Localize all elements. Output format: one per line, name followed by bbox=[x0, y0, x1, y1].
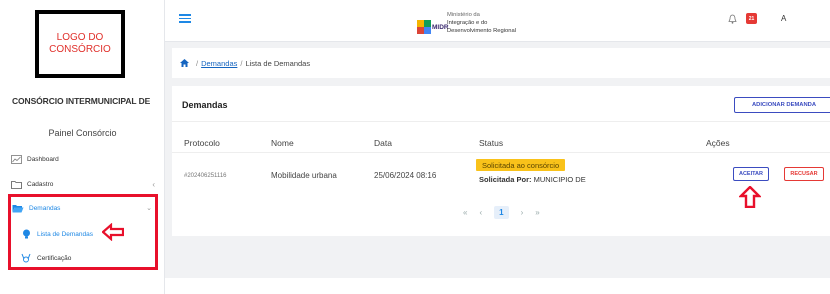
status-requested-by: Solicitada Por: MUNICIPIO DE bbox=[479, 175, 586, 184]
pager-prev-button[interactable]: ‹ bbox=[479, 208, 482, 217]
bell-icon[interactable] bbox=[728, 14, 737, 24]
divider bbox=[172, 121, 830, 122]
hamburger-menu-icon[interactable] bbox=[179, 14, 191, 23]
breadcrumb-current: Lista de Demandas bbox=[245, 58, 311, 68]
consortium-logo: LOGO DO CONSÓRCIO bbox=[35, 10, 125, 78]
column-header-status: Status bbox=[479, 138, 504, 148]
cell-protocolo: #202406251116 bbox=[184, 173, 227, 179]
annotation-arrow-up-icon bbox=[739, 186, 761, 208]
user-avatar[interactable]: A bbox=[781, 14, 786, 23]
pager-last-button[interactable]: » bbox=[535, 208, 539, 217]
logo-text: LOGO DO CONSÓRCIO bbox=[49, 32, 111, 55]
sidebar-item-cadastro[interactable]: Cadastro ‹ bbox=[10, 176, 155, 192]
annotation-arrow-left-icon bbox=[102, 223, 124, 241]
sidebar-item-label: Dashboard bbox=[27, 155, 59, 163]
chart-line-icon bbox=[10, 154, 22, 164]
chevron-left-icon: ‹ bbox=[152, 179, 155, 189]
ministry-line-3: Desenvolvimento Regional bbox=[447, 28, 516, 34]
home-icon[interactable] bbox=[180, 59, 189, 67]
column-header-data: Data bbox=[374, 138, 392, 148]
pagination: « ‹ 1 › » bbox=[457, 206, 546, 219]
ministry-logo: MIDR bbox=[417, 20, 449, 34]
breadcrumb-separator: / bbox=[240, 58, 243, 68]
annotation-highlight-box bbox=[8, 194, 158, 270]
cell-nome: Mobilidade urbana bbox=[271, 171, 337, 180]
org-name: CONSÓRCIO INTERMUNICIPAL DE bbox=[12, 96, 151, 106]
requested-by-label: Solicitada Por: bbox=[479, 175, 532, 184]
sidebar-item-label: Cadastro bbox=[27, 180, 54, 188]
breadcrumb-link-demandas[interactable]: Demandas bbox=[201, 59, 237, 68]
notification-badge[interactable]: 21 bbox=[746, 13, 757, 24]
ministry-line-2: Integração e do bbox=[447, 20, 488, 26]
breadcrumb-separator: / bbox=[196, 58, 199, 68]
sidebar: LOGO DO CONSÓRCIO CONSÓRCIO INTERMUNICIP… bbox=[0, 0, 165, 294]
demandas-card: Demandas ADICIONAR DEMANDA Protocolo Nom… bbox=[172, 86, 830, 236]
ministry-name: Ministério da Integração e do Desenvolvi… bbox=[447, 11, 516, 35]
sidebar-item-dashboard[interactable]: Dashboard bbox=[10, 151, 59, 167]
card-title: Demandas bbox=[182, 100, 228, 110]
cell-data: 25/06/2024 08:16 bbox=[374, 171, 437, 180]
top-header: MIDR Ministério da Integração e do Desen… bbox=[165, 0, 830, 42]
breadcrumb: / Demandas / Lista de Demandas bbox=[172, 48, 830, 78]
column-header-acoes: Ações bbox=[706, 138, 730, 148]
ministry-mark-icon bbox=[417, 20, 431, 34]
folder-icon bbox=[10, 179, 22, 189]
panel-title: Painel Consórcio bbox=[48, 128, 117, 138]
column-header-protocolo: Protocolo bbox=[184, 138, 220, 148]
column-header-nome: Nome bbox=[271, 138, 294, 148]
pager-page-button[interactable]: 1 bbox=[494, 206, 509, 219]
requested-by-value: MUNICIPIO DE bbox=[533, 175, 586, 184]
pager-first-button[interactable]: « bbox=[463, 208, 467, 217]
add-demand-button[interactable]: ADICIONAR DEMANDA bbox=[734, 97, 830, 113]
refuse-button[interactable]: RECUSAR bbox=[784, 167, 824, 181]
footer-area bbox=[165, 278, 830, 294]
ministry-line-1: Ministério da bbox=[447, 12, 480, 18]
pager-next-button[interactable]: › bbox=[521, 208, 524, 217]
status-badge: Solicitada ao consórcio bbox=[476, 159, 566, 171]
accept-button[interactable]: ACEITAR bbox=[733, 167, 769, 181]
